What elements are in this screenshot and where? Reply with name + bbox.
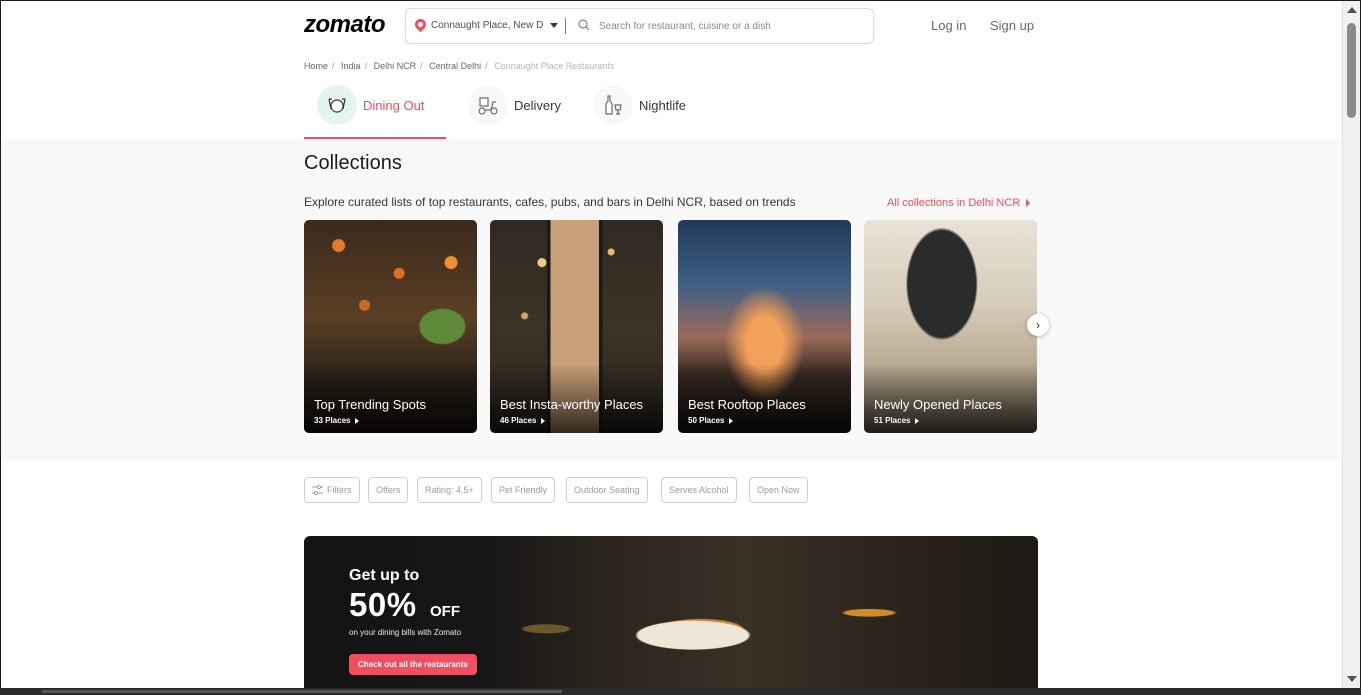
tab-label: Delivery [514,97,561,113]
search-divider [565,18,566,34]
filter-label: Pet Friendly [499,485,548,495]
collection-card-rooftop[interactable]: Best Rooftop Places 50 Places [678,220,851,433]
scroll-up-icon[interactable] [1347,7,1357,13]
breadcrumb-current: Connaught Place Restaurants [494,61,615,71]
breadcrumb-separator: / [364,61,368,71]
breadcrumb: Home / India / Delhi NCR / Central Delhi / C… [304,61,617,71]
filters-button[interactable]: Filters [304,477,360,503]
collection-card-title: Top Trending Spots [314,397,427,412]
breadcrumb-home[interactable]: Home [304,61,328,71]
tab-dining-out[interactable]: Dining Out [317,85,424,125]
caret-right-icon [355,417,360,424]
filter-label: Rating: 4.5+ [425,485,474,495]
horizontal-scrollbar-thumb[interactable] [42,690,562,693]
login-link[interactable]: Log in [931,18,966,33]
collection-count-text: 46 Places [500,416,537,425]
dining-out-icon [317,85,357,125]
search-icon [578,19,590,31]
breadcrumb-separator: / [420,61,423,71]
browser-viewport: zomato Connaught Place, New D Log in Sig… [1,1,1342,688]
breadcrumb-india[interactable]: India [341,61,361,71]
collections-subtitle: Explore curated lists of top restaurants… [304,195,796,209]
banner-percent: 50% [349,586,417,623]
delivery-scooter-icon [468,85,508,125]
collection-card-count: 50 Places [688,416,734,425]
breadcrumb-separator: / [332,61,335,71]
collection-card-count: 33 Places [314,416,360,425]
banner-description: on your dining bills with Zomato [349,628,462,637]
chevron-right-icon[interactable]: › [1027,314,1049,336]
dining-offer-banner[interactable]: Get up to 50% OFF on your dining bills w… [304,536,1038,688]
collection-card-count: 46 Places [500,416,546,425]
chevron-down-icon[interactable] [550,23,558,28]
collection-card-top-trending[interactable]: Top Trending Spots 33 Places [304,220,477,433]
horizontal-scrollbar [0,688,1361,695]
all-collections-link[interactable]: All collections in Delhi NCR [887,197,1031,209]
filter-serves-alcohol[interactable]: Serves Alcohol [661,477,737,503]
tab-label: Nightlife [639,97,686,113]
caret-right-icon [541,417,546,424]
location-pin-icon [412,16,429,33]
collection-card-title: Best Insta-worthy Places [500,397,644,412]
collection-count-text: 51 Places [874,416,911,425]
filter-pet-friendly[interactable]: Pet Friendly [491,477,556,503]
banner-off: OFF [430,603,460,620]
collection-card-title: Newly Opened Places [874,397,1002,412]
tab-nightlife[interactable]: Nightlife [593,85,686,125]
breadcrumb-separator: / [485,61,488,71]
filter-label: Open Now [757,485,800,495]
caret-right-icon [729,417,734,424]
search-bar: Connaught Place, New D [405,8,874,44]
zomato-logo[interactable]: zomato [304,11,386,39]
collection-count-text: 33 Places [314,416,351,425]
nightlife-bottle-icon [593,85,633,125]
scrollbar-thumb[interactable] [1347,23,1356,118]
collection-card-title: Best Rooftop Places [688,397,806,412]
all-collections-label: All collections in Delhi NCR [887,197,1021,209]
filter-rating[interactable]: Rating: 4.5+ [417,477,482,503]
search-input[interactable] [599,16,864,36]
filter-outdoor-seating[interactable]: Outdoor Seating [566,477,648,503]
scroll-down-icon[interactable] [1347,676,1357,682]
filter-offers[interactable]: Offers [368,477,409,503]
collections-section: Collections Explore curated lists of top… [1,139,1342,460]
tab-delivery[interactable]: Delivery [468,85,561,125]
tab-label: Dining Out [363,97,425,113]
filter-label: Outdoor Seating [574,485,640,495]
filter-label: Serves Alcohol [669,485,729,495]
breadcrumb-delhi-ncr[interactable]: Delhi NCR [374,61,417,71]
filter-open-now[interactable]: Open Now [749,477,808,503]
collection-card-count: 51 Places [874,416,920,425]
page-scrollbar[interactable] [1342,1,1360,688]
collection-card-insta-worthy[interactable]: Best Insta-worthy Places 46 Places [490,220,663,433]
banner-cta-button[interactable]: Check out all the restaurants [349,654,477,675]
collection-card-newly-opened[interactable]: Newly Opened Places 51 Places [864,220,1037,433]
breadcrumb-central-delhi[interactable]: Central Delhi [429,61,481,71]
caret-right-icon [1026,199,1031,208]
filter-label: Filters [327,485,352,495]
filter-label: Offers [376,485,401,495]
signup-link[interactable]: Sign up [990,18,1034,33]
sliders-icon [312,485,323,495]
caret-right-icon [915,417,920,424]
location-selector[interactable]: Connaught Place, New D [431,20,543,31]
collections-title: Collections [304,152,402,174]
banner-kicker: Get up to [349,567,420,584]
collection-count-text: 50 Places [688,416,725,425]
